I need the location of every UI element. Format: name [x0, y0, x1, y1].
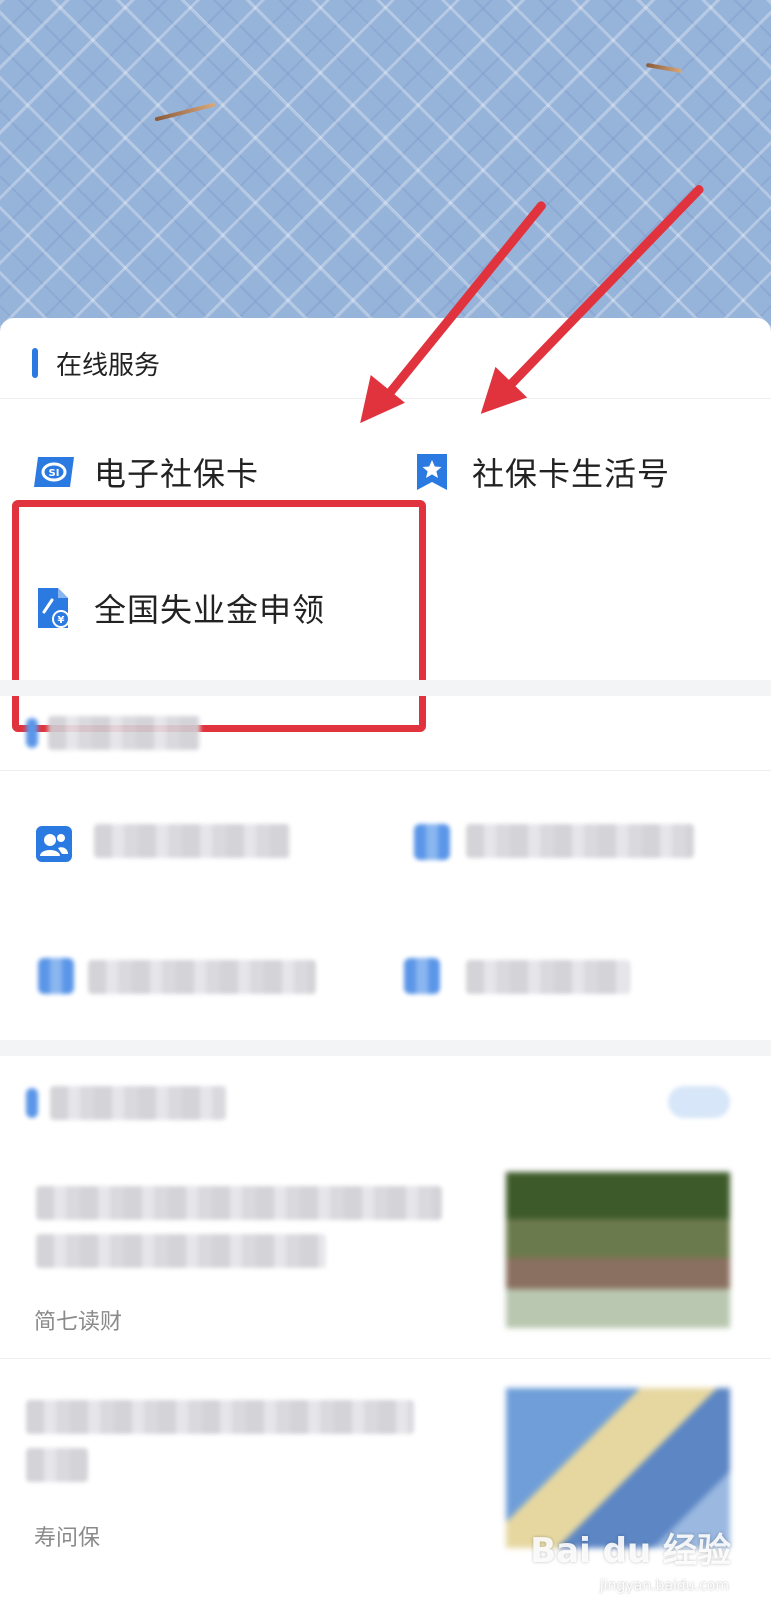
svg-text:SI: SI — [49, 468, 60, 479]
divider — [0, 770, 771, 771]
article-thumbnail — [506, 1172, 730, 1328]
section-gap — [0, 1040, 771, 1056]
blurred-text — [88, 960, 316, 994]
blurred-text — [94, 824, 290, 858]
blurred-accent — [26, 718, 38, 748]
blurred-section-title — [48, 716, 200, 750]
service-label: 电子社保卡 — [94, 455, 260, 493]
divider — [0, 1358, 771, 1359]
article-source: 寿问保 — [34, 1526, 101, 1551]
social-security-card-icon: SI — [32, 450, 76, 494]
banner-streak — [154, 102, 216, 122]
blurred-section-title — [50, 1086, 226, 1120]
banner-streak — [645, 62, 683, 74]
blurred-icon — [404, 958, 440, 994]
service-label: 社保卡生活号 — [472, 455, 671, 493]
blurred-text — [466, 824, 694, 858]
highlight-box — [12, 500, 426, 732]
bookmark-star-icon — [410, 450, 454, 494]
blurred-icon — [38, 958, 74, 994]
blurred-article-title — [36, 1234, 326, 1268]
service-item-blurred[interactable] — [32, 814, 94, 874]
service-item-social-security-card-life[interactable]: 社保卡生活号 — [410, 442, 670, 502]
blurred-article-title — [26, 1400, 414, 1434]
blurred-text — [466, 960, 630, 994]
section-title: 在线服务 — [56, 350, 161, 381]
blurred-accent — [26, 1088, 38, 1118]
section-accent-bar — [32, 348, 38, 378]
section-gap — [0, 680, 771, 696]
more-button[interactable] — [668, 1086, 730, 1118]
blurred-icon — [414, 824, 450, 860]
blurred-article-title — [36, 1186, 442, 1220]
service-item-e-social-security-card[interactable]: SI 电子社保卡 — [32, 442, 259, 502]
watermark-logo: Bai du 经验 — [530, 1531, 731, 1571]
people-icon — [32, 822, 76, 866]
blurred-article-title — [26, 1448, 88, 1482]
top-banner — [0, 0, 771, 340]
watermark-url: jingyan.baidu.com — [599, 1578, 729, 1594]
article-source: 简七读财 — [34, 1310, 123, 1335]
